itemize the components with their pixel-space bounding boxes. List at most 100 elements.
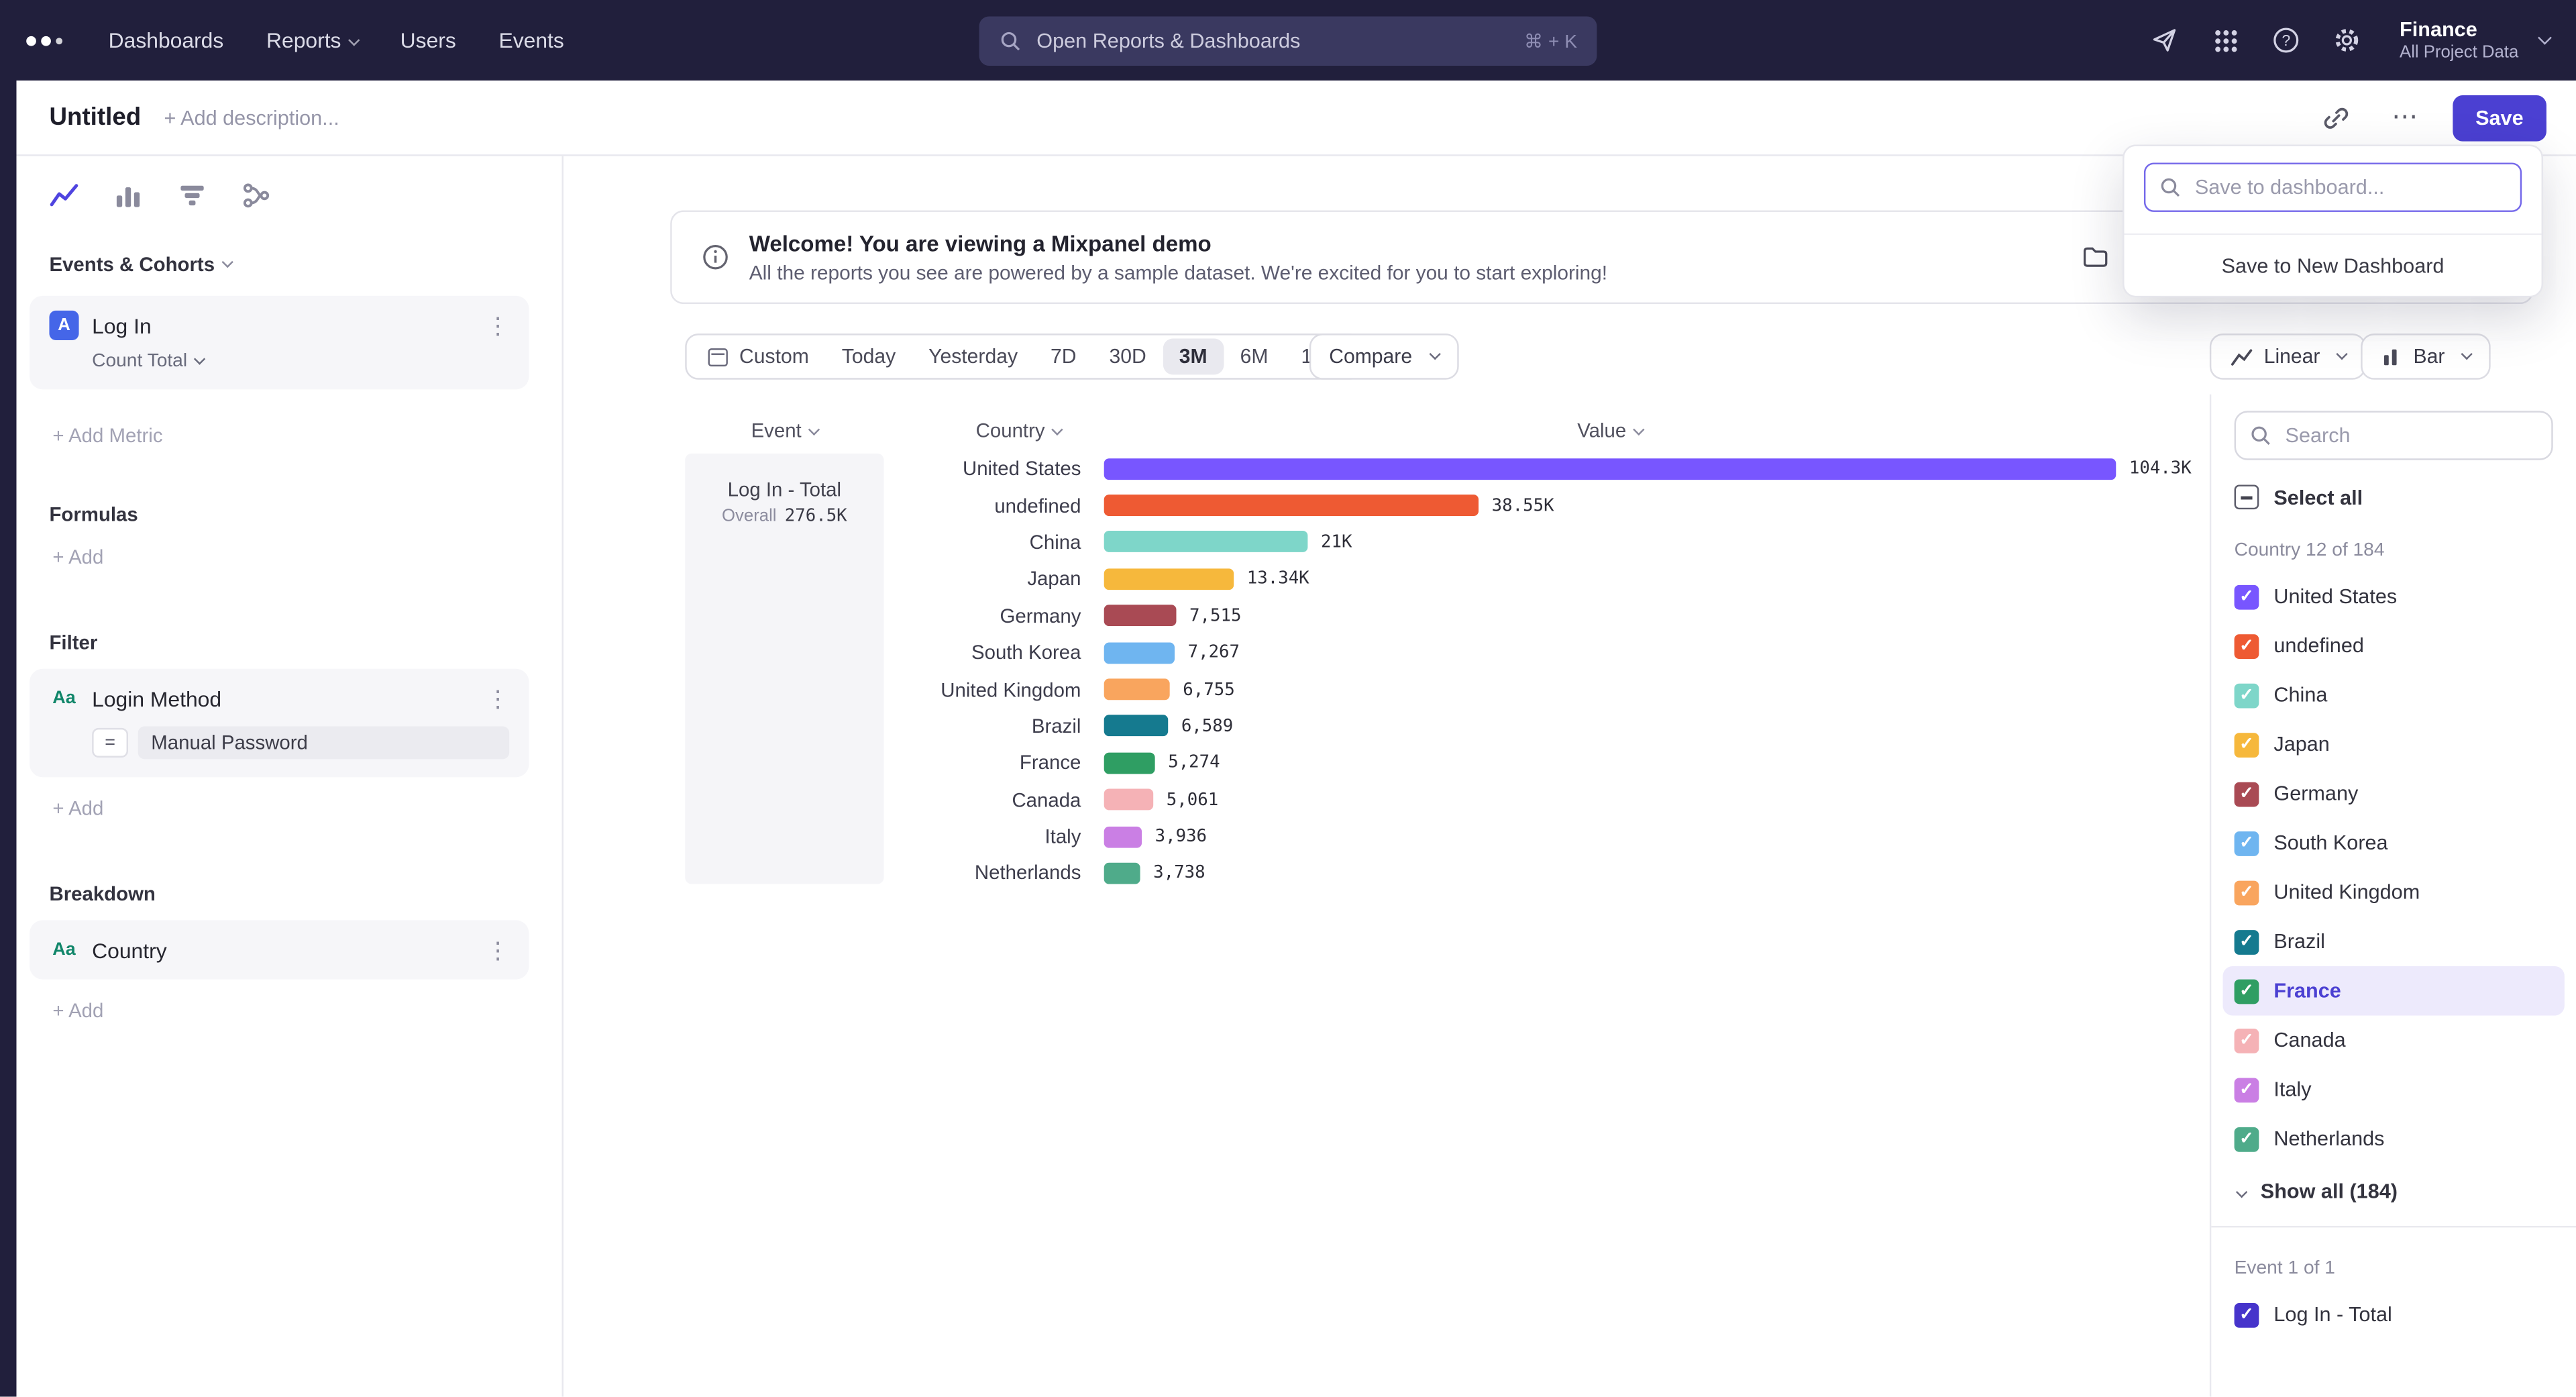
add-breakdown-button[interactable]: + Add: [52, 999, 561, 1022]
checkbox-china[interactable]: ✓: [2235, 683, 2259, 708]
nav-reports[interactable]: Reports: [266, 28, 358, 53]
chart-type-selector-button[interactable]: Bar: [2361, 333, 2491, 380]
save-button[interactable]: Save: [2453, 95, 2546, 141]
metric-event-name: Log In: [92, 313, 152, 338]
legend-search-input[interactable]: [2235, 411, 2553, 460]
save-to-dashboard-input[interactable]: [2144, 162, 2522, 211]
flows-icon[interactable]: [238, 177, 274, 213]
bar-canada[interactable]: [1104, 789, 1153, 811]
country-item-canada[interactable]: ✓Canada: [2222, 1015, 2564, 1064]
column-header-value[interactable]: Value: [1104, 419, 2116, 442]
range-today[interactable]: Today: [825, 338, 912, 374]
nav-right-cluster: ? Finance All Project Data: [2150, 17, 2550, 63]
range-custom[interactable]: Custom: [692, 338, 825, 374]
range-yesterday[interactable]: Yesterday: [912, 338, 1034, 374]
add-formula-button[interactable]: + Add: [52, 546, 561, 568]
apps-grid-icon[interactable]: [2210, 25, 2240, 55]
add-description-placeholder[interactable]: + Add description...: [164, 106, 339, 129]
bar-japan[interactable]: [1104, 568, 1234, 590]
checkbox-united-states[interactable]: ✓: [2235, 584, 2259, 609]
breakdown-card-country[interactable]: Aa Country ⋮: [30, 920, 529, 979]
range-6m[interactable]: 6M: [1224, 338, 1285, 374]
bar-germany[interactable]: [1104, 605, 1177, 627]
checkbox-netherlands[interactable]: ✓: [2235, 1127, 2259, 1151]
filter-value-field[interactable]: Manual Password: [138, 726, 509, 759]
filter-kebab-icon[interactable]: ⋮: [486, 687, 509, 710]
insights-chart-icon[interactable]: [46, 177, 83, 213]
bar-category-label: China: [564, 531, 1104, 554]
nav-users[interactable]: Users: [400, 28, 456, 53]
filter-property-name: Login Method: [92, 686, 221, 711]
checkbox-brazil[interactable]: ✓: [2235, 929, 2259, 954]
nav-dashboards[interactable]: Dashboards: [109, 28, 224, 53]
country-item-united-kingdom[interactable]: ✓United Kingdom: [2222, 868, 2564, 917]
range-7d[interactable]: 7D: [1034, 338, 1093, 374]
bar-italy[interactable]: [1104, 826, 1142, 847]
add-metric-button[interactable]: + Add Metric: [52, 424, 561, 447]
bar-united-states[interactable]: [1104, 458, 2116, 480]
settings-gear-icon[interactable]: [2332, 25, 2362, 55]
breakdown-kebab-icon[interactable]: ⋮: [486, 938, 509, 961]
checkbox-canada[interactable]: ✓: [2235, 1028, 2259, 1053]
scale-selector-button[interactable]: Linear: [2210, 333, 2366, 380]
range-3m[interactable]: 3M: [1163, 338, 1224, 374]
country-item-netherlands[interactable]: ✓Netherlands: [2222, 1114, 2564, 1163]
select-all-checkbox[interactable]: [2235, 484, 2259, 509]
country-item-undefined[interactable]: ✓undefined: [2222, 621, 2564, 670]
bar-united-kingdom[interactable]: [1104, 679, 1170, 701]
checkbox-germany[interactable]: ✓: [2235, 781, 2259, 806]
report-title[interactable]: Untitled: [49, 103, 141, 132]
checkbox-undefined[interactable]: ✓: [2235, 633, 2259, 658]
formulas-section-label: Formulas: [49, 503, 561, 525]
select-all-row[interactable]: Select all: [2235, 484, 2553, 509]
bar-netherlands[interactable]: [1104, 863, 1140, 884]
bar-brazil[interactable]: [1104, 715, 1169, 737]
project-switcher[interactable]: Finance All Project Data: [2400, 17, 2550, 63]
more-options-icon[interactable]: ⋯: [2383, 96, 2426, 139]
nav-events[interactable]: Events: [498, 28, 564, 53]
country-item-france[interactable]: ✓France: [2222, 966, 2564, 1015]
country-item-united-states[interactable]: ✓United States: [2222, 572, 2564, 621]
country-item-china[interactable]: ✓China: [2222, 670, 2564, 719]
save-to-new-dashboard-option[interactable]: Save to New Dashboard: [2125, 234, 2542, 296]
checkbox-france[interactable]: ✓: [2235, 978, 2259, 1003]
global-search[interactable]: Open Reports & Dashboards ⌘ + K: [979, 15, 1597, 64]
country-item-south-korea[interactable]: ✓South Korea: [2222, 819, 2564, 868]
mixpanel-logo[interactable]: [26, 36, 62, 46]
event-item-log-in-total[interactable]: ✓Log In - Total: [2222, 1290, 2564, 1339]
checkbox-south-korea[interactable]: ✓: [2235, 831, 2259, 856]
show-all-button[interactable]: Show all (184): [2235, 1180, 2553, 1202]
checkbox-japan[interactable]: ✓: [2235, 732, 2259, 757]
aggregation-selector[interactable]: Count Total: [92, 352, 509, 371]
funnel-icon[interactable]: [174, 177, 211, 213]
bar-south-korea[interactable]: [1104, 642, 1175, 664]
add-filter-button[interactable]: + Add: [52, 797, 561, 820]
filter-operator[interactable]: =: [92, 728, 128, 758]
copy-link-icon[interactable]: [2314, 96, 2357, 139]
bar-chart-icon[interactable]: [110, 177, 146, 213]
bar-china[interactable]: [1104, 531, 1308, 553]
events-cohorts-section-label[interactable]: Events & Cohorts: [49, 253, 561, 276]
country-item-japan[interactable]: ✓Japan: [2222, 720, 2564, 769]
bar-category-label: undefined: [564, 494, 1104, 517]
compare-button[interactable]: Compare: [1309, 333, 1458, 380]
country-item-italy[interactable]: ✓Italy: [2222, 1065, 2564, 1114]
send-icon[interactable]: [2150, 25, 2180, 55]
bar-undefined[interactable]: [1104, 495, 1479, 516]
help-icon[interactable]: ?: [2271, 25, 2301, 55]
chevron-down-icon: [194, 353, 205, 364]
column-header-event[interactable]: Event: [685, 419, 883, 442]
checkbox-log-in-total[interactable]: ✓: [2235, 1302, 2259, 1327]
metric-card-log-in[interactable]: A Log In ⋮ Count Total: [30, 296, 529, 390]
range-30d[interactable]: 30D: [1093, 338, 1163, 374]
checkbox-italy[interactable]: ✓: [2235, 1077, 2259, 1102]
filter-card-login-method[interactable]: Aa Login Method ⋮ = Manual Password: [30, 669, 529, 778]
bar-value-label: 7,267: [1188, 643, 1240, 662]
checkbox-united-kingdom[interactable]: ✓: [2235, 880, 2259, 904]
bar-france[interactable]: [1104, 752, 1155, 774]
country-item-brazil[interactable]: ✓Brazil: [2222, 917, 2564, 966]
metric-kebab-icon[interactable]: ⋮: [486, 314, 509, 337]
country-item-germany[interactable]: ✓Germany: [2222, 769, 2564, 818]
column-header-country[interactable]: Country: [920, 419, 1117, 442]
legend-panel: Select all Country 12 of 184 ✓United Sta…: [2210, 395, 2576, 1397]
